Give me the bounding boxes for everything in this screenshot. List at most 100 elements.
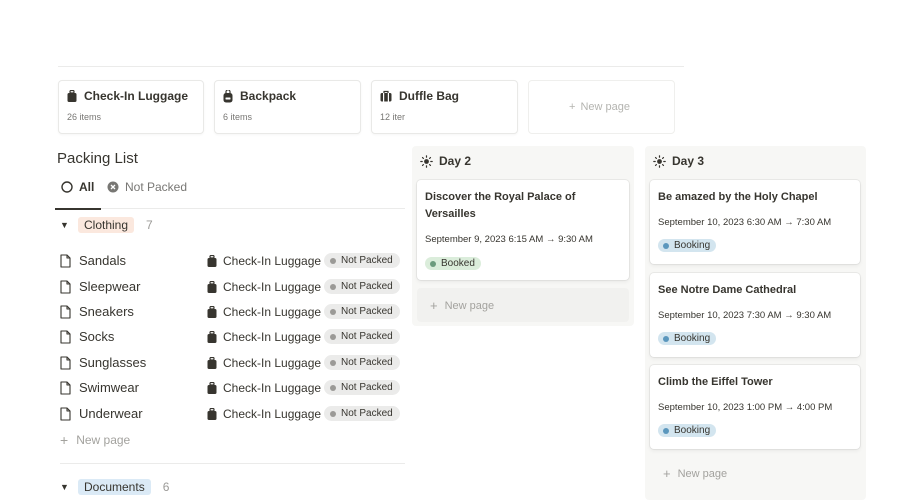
list-new-page-button[interactable]: + New page [60, 432, 130, 448]
gallery-new-page-button[interactable]: + New page [528, 80, 675, 134]
plus-icon: + [569, 101, 576, 113]
table-row[interactable]: Sneakers Check-In Luggage Not Packed [60, 301, 410, 323]
triangle-down-icon[interactable]: ▼ [60, 220, 70, 230]
card-title: Backpack [240, 89, 297, 103]
group-count: 7 [146, 218, 153, 232]
item-name: Sunglasses [79, 355, 147, 370]
status-badge: Not Packed [324, 380, 400, 395]
column-new-page-button[interactable]: + New page [663, 466, 727, 481]
status-badge: Not Packed [324, 406, 400, 421]
suitcase-icon [207, 254, 217, 268]
board-column-day-2: Day 2 Discover the Royal Palace of Versa… [412, 146, 634, 326]
triangle-down-icon[interactable]: ▼ [60, 482, 70, 492]
backpack-icon [223, 89, 233, 103]
gallery-card-backpack[interactable]: Backpack 6 items [214, 80, 361, 134]
group-tag: Clothing [78, 217, 135, 233]
item-name: Sneakers [79, 304, 134, 319]
table-row[interactable]: Underwear Check-In Luggage Not Packed [60, 403, 410, 425]
table-row[interactable]: Socks Check-In Luggage Not Packed [60, 326, 410, 348]
group-divider [60, 463, 405, 464]
card-title: Climb the Eiffel Tower [658, 376, 773, 388]
status-badge: Not Packed [324, 329, 400, 344]
sun-icon [653, 154, 666, 168]
duffle-bag-icon [380, 90, 392, 102]
status-badge: Booking [658, 332, 717, 345]
x-circle-icon [107, 181, 119, 193]
group-count: 6 [162, 480, 170, 494]
group-tag: Documents [78, 479, 151, 495]
card-title: Be amazed by the Holy Chapel [658, 191, 818, 203]
tab-all[interactable]: All [61, 180, 94, 194]
page-icon [60, 279, 71, 294]
item-name: Socks [79, 329, 115, 344]
board-card[interactable]: Climb the Eiffel Tower September 10, 202… [650, 365, 860, 449]
sun-icon [420, 154, 433, 168]
status-badge: Not Packed [324, 355, 400, 370]
board-card[interactable]: Be amazed by the Holy Chapel September 1… [650, 180, 860, 264]
packing-list-title: Packing List [57, 150, 138, 167]
card-title: Duffle Bag [399, 89, 459, 103]
plus-icon: + [60, 432, 69, 448]
card-date: September 9, 2023 6:15 AM → 9:30 AM [425, 234, 593, 245]
view-tabs: All Not Packed [55, 176, 405, 210]
luggage-relation[interactable]: Check-In Luggage [207, 254, 321, 268]
table-row[interactable]: Sunglasses Check-In Luggage Not Packed [60, 352, 410, 374]
card-date: September 10, 2023 6:30 AM → 7:30 AM [658, 217, 832, 228]
suitcase-icon [207, 330, 217, 344]
luggage-relation[interactable]: Check-In Luggage [207, 381, 321, 395]
card-date: September 10, 2023 7:30 AM → 9:30 AM [658, 310, 832, 321]
top-divider [58, 66, 684, 67]
item-name: Sleepwear [79, 279, 141, 294]
luggage-relation[interactable]: Check-In Luggage [207, 280, 321, 294]
column-title: Day 2 [439, 154, 472, 168]
status-badge: Booked [425, 257, 481, 270]
status-badge: Not Packed [324, 304, 400, 319]
card-title: Check-In Luggage [84, 89, 189, 103]
board-card[interactable]: See Notre Dame Cathedral September 10, 2… [650, 273, 860, 357]
item-name: Underwear [79, 406, 143, 421]
item-name: Swimwear [79, 380, 139, 395]
card-title: Discover the Royal Palace of Versailles [425, 191, 576, 220]
circle-icon [61, 181, 73, 193]
luggage-relation[interactable]: Check-In Luggage [207, 305, 321, 319]
plus-icon: + [663, 466, 671, 481]
status-badge: Not Packed [324, 253, 400, 268]
suitcase-icon [207, 305, 217, 319]
page-icon [60, 304, 71, 319]
active-tab-indicator [55, 208, 101, 210]
luggage-relation[interactable]: Check-In Luggage [207, 407, 321, 421]
page-icon [60, 380, 71, 395]
table-row[interactable]: Sandals Check-In Luggage Not Packed [60, 250, 410, 272]
board-column-day-3: Day 3 Be amazed by the Holy Chapel Septe… [645, 146, 866, 500]
column-title: Day 3 [672, 154, 705, 168]
gallery-card-check-in-luggage[interactable]: Check-In Luggage 26 items [58, 80, 204, 134]
status-badge: Booking [658, 424, 717, 437]
page-icon [60, 253, 71, 268]
card-item-count: 6 items [223, 112, 253, 122]
status-badge: Booking [658, 239, 717, 252]
table-row[interactable]: Sleepwear Check-In Luggage Not Packed [60, 276, 410, 298]
suitcase-icon [67, 89, 77, 103]
page-icon [60, 355, 71, 370]
suitcase-icon [207, 381, 217, 395]
suitcase-icon [207, 407, 217, 421]
luggage-relation[interactable]: Check-In Luggage [207, 356, 321, 370]
board-card[interactable]: Discover the Royal Palace of Versailles … [417, 180, 629, 280]
tab-not-packed[interactable]: Not Packed [107, 180, 187, 194]
card-item-count: 12 iter [380, 112, 406, 122]
column-new-page-button[interactable]: + New page [430, 298, 494, 313]
group-documents[interactable]: ▼ Documents 6 [60, 479, 169, 495]
group-clothing[interactable]: ▼ Clothing 7 [60, 217, 153, 233]
page-icon [60, 406, 71, 421]
page-icon [60, 329, 71, 344]
card-date: September 10, 2023 1:00 PM → 4:00 PM [658, 402, 833, 413]
item-name: Sandals [79, 253, 126, 268]
table-row[interactable]: Swimwear Check-In Luggage Not Packed [60, 377, 410, 399]
card-item-count: 26 items [67, 112, 102, 122]
suitcase-icon [207, 356, 217, 370]
gallery-card-duffle-bag[interactable]: Duffle Bag 12 iter [371, 80, 518, 134]
card-title: See Notre Dame Cathedral [658, 284, 797, 296]
plus-icon: + [430, 298, 438, 313]
suitcase-icon [207, 280, 217, 294]
luggage-relation[interactable]: Check-In Luggage [207, 330, 321, 344]
